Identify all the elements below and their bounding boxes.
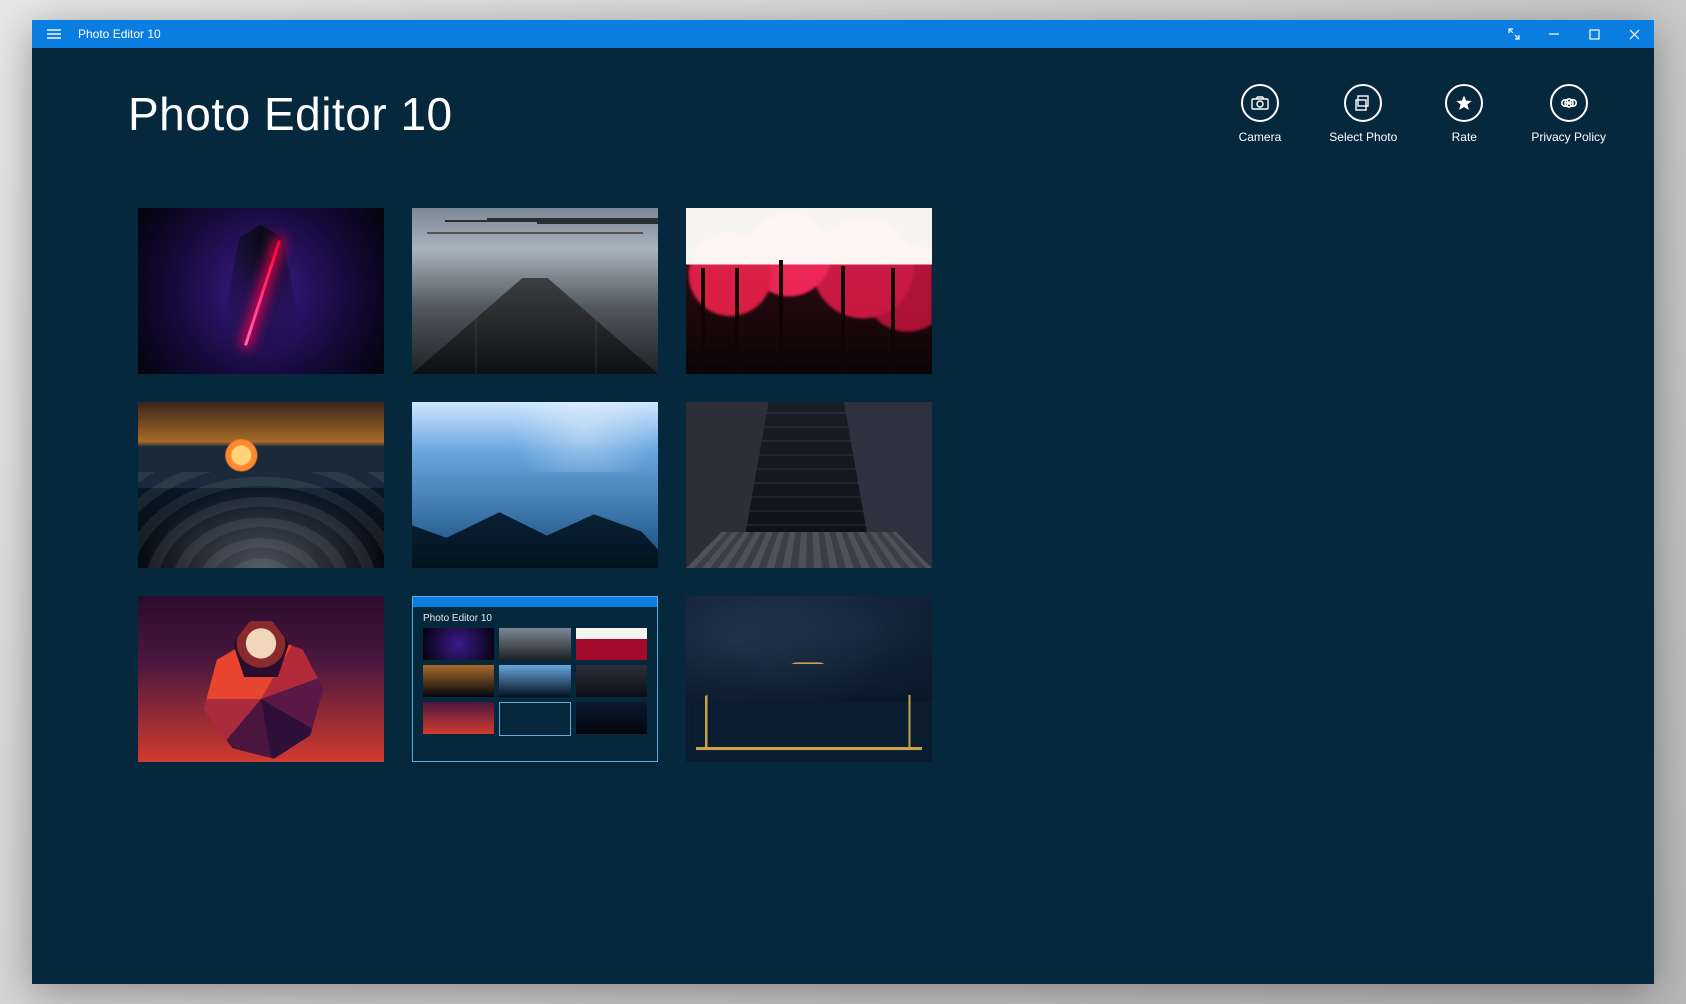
fullscreen-button[interactable] <box>1494 20 1534 48</box>
mini-title: Photo Editor 10 <box>423 613 647 624</box>
header-row: Photo Editor 10 Camera <box>128 84 1606 144</box>
maximize-icon <box>1589 29 1600 40</box>
mini-titlebar <box>413 597 657 607</box>
gallery-item[interactable] <box>412 402 658 568</box>
mini-cell <box>423 665 494 697</box>
mini-cell <box>423 702 494 734</box>
gallery-item[interactable]: Photo Editor 10 <box>412 596 658 762</box>
gallery-item[interactable] <box>138 596 384 762</box>
window-title: Photo Editor 10 <box>76 27 161 41</box>
camera-button[interactable]: Camera <box>1239 84 1282 144</box>
app-window: Photo Editor 10 Photo Edito <box>32 20 1654 984</box>
select-photo-button[interactable]: Select Photo <box>1329 84 1397 144</box>
mini-cell <box>576 702 647 734</box>
rate-button[interactable]: Rate <box>1445 84 1483 144</box>
mini-cell <box>423 628 494 660</box>
mini-cell <box>576 665 647 697</box>
hamburger-icon <box>47 29 61 39</box>
toolbar: Camera Select Photo <box>1239 84 1606 144</box>
link-icon <box>1559 98 1579 108</box>
rate-label: Rate <box>1452 130 1477 144</box>
star-icon <box>1455 94 1473 112</box>
minimize-icon <box>1548 28 1560 40</box>
photo-gallery: Photo Editor 10 <box>138 208 932 762</box>
mini-cell <box>499 665 570 697</box>
maximize-button[interactable] <box>1574 20 1614 48</box>
gallery-item[interactable] <box>686 208 932 374</box>
privacy-policy-label: Privacy Policy <box>1531 130 1606 144</box>
mini-body: Photo Editor 10 <box>413 607 657 744</box>
titlebar: Photo Editor 10 <box>32 20 1654 48</box>
gallery-item[interactable] <box>138 402 384 568</box>
fullscreen-icon <box>1508 28 1520 40</box>
privacy-policy-button[interactable]: Privacy Policy <box>1531 84 1606 144</box>
camera-icon <box>1251 96 1269 110</box>
mini-cell <box>499 628 570 660</box>
minimize-button[interactable] <box>1534 20 1574 48</box>
select-photo-icon <box>1354 94 1372 112</box>
select-photo-label: Select Photo <box>1329 130 1397 144</box>
page-title: Photo Editor 10 <box>128 87 453 141</box>
camera-label: Camera <box>1239 130 1282 144</box>
mini-grid <box>423 628 647 736</box>
gallery-item[interactable] <box>686 596 932 762</box>
hamburger-button[interactable] <box>32 20 76 48</box>
gallery-item[interactable] <box>412 208 658 374</box>
gallery-item[interactable] <box>138 208 384 374</box>
close-icon <box>1629 29 1640 40</box>
gallery-item[interactable] <box>686 402 932 568</box>
mini-cell <box>576 628 647 660</box>
mini-cell <box>499 702 570 736</box>
client-area: Photo Editor 10 Camera <box>32 48 1654 984</box>
close-button[interactable] <box>1614 20 1654 48</box>
